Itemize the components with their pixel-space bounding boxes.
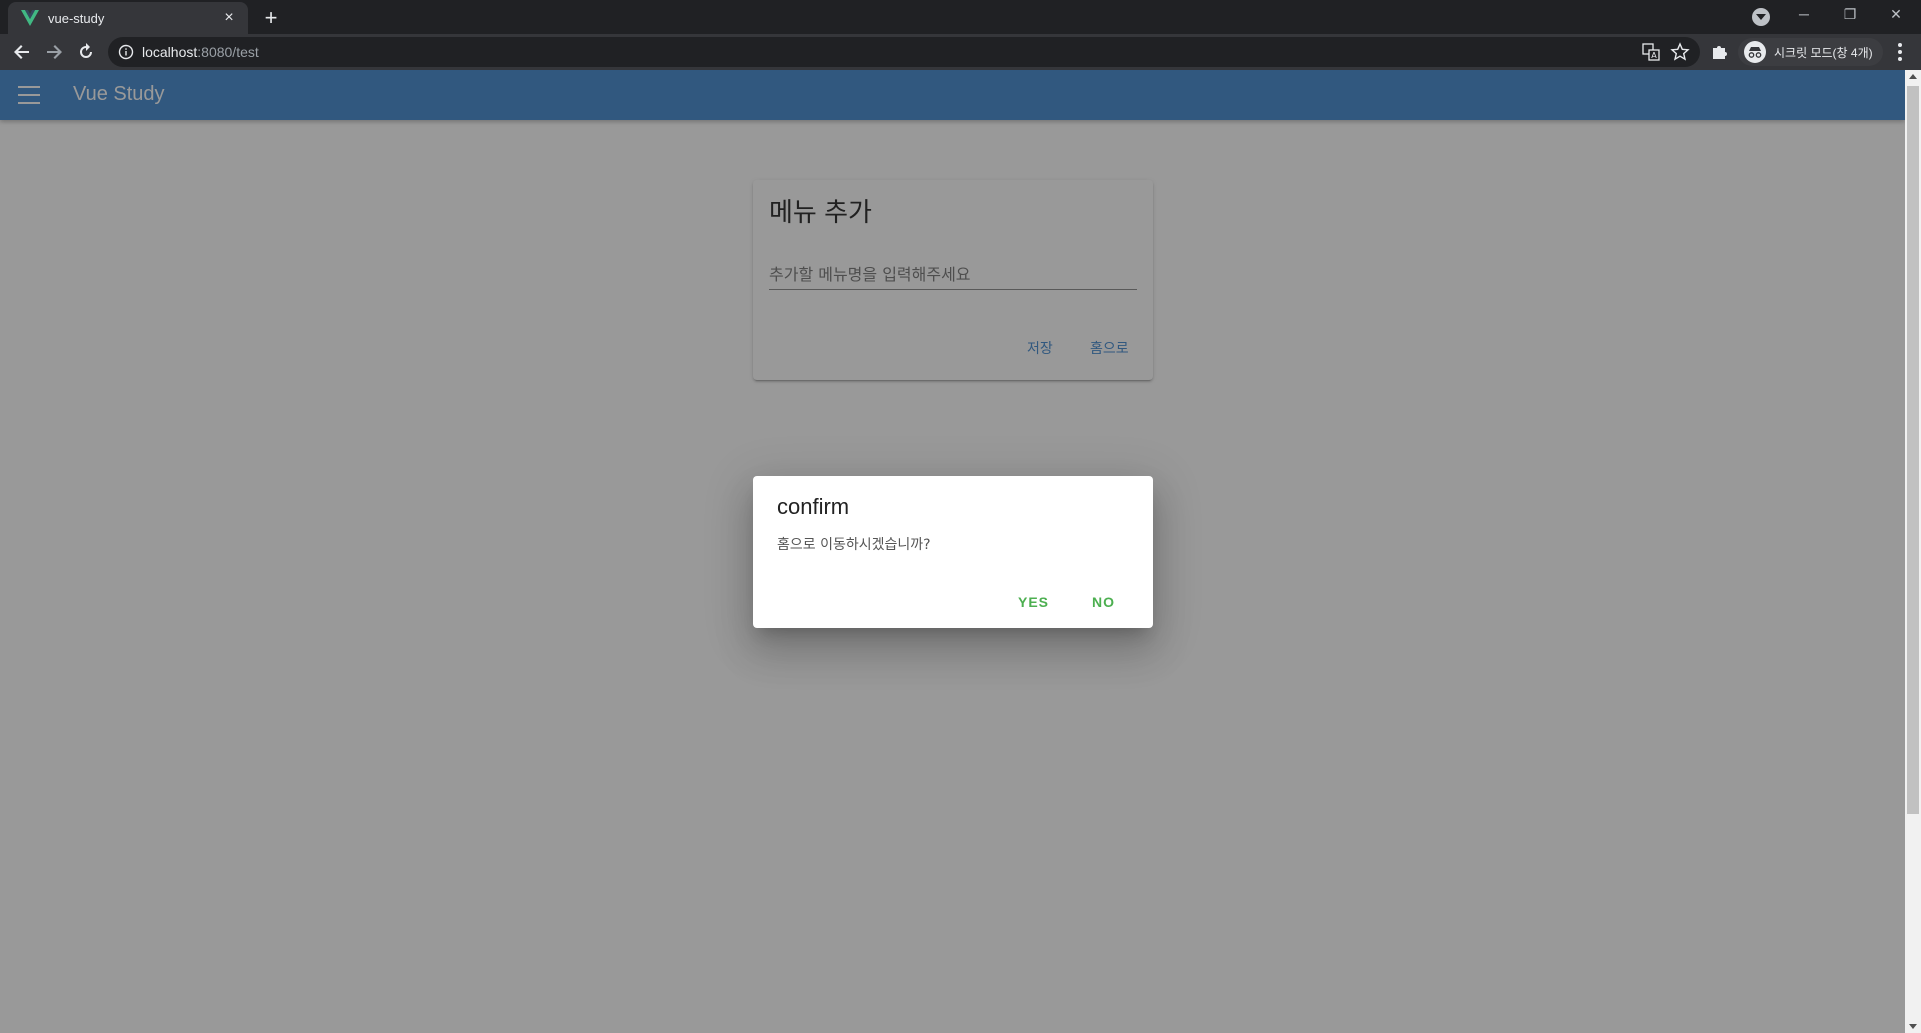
- scrollbar-thumb[interactable]: [1907, 86, 1919, 814]
- forward-button[interactable]: [40, 38, 68, 66]
- dialog-message: 홈으로 이동하시겠습니까?: [777, 537, 931, 553]
- confirm-dialog: confirm 홈으로 이동하시겠습니까? YES NO: [753, 476, 1153, 628]
- scroll-down-icon[interactable]: [1909, 1024, 1917, 1029]
- yes-button[interactable]: YES: [1018, 594, 1049, 610]
- puzzle-icon[interactable]: [1710, 42, 1730, 62]
- arrow-right-icon: [47, 45, 62, 59]
- url-host: localhost: [142, 44, 198, 60]
- tab-close-icon[interactable]: ×: [220, 9, 238, 27]
- translate-icon[interactable]: A: [1642, 43, 1660, 61]
- new-tab-button[interactable]: +: [258, 6, 284, 32]
- url-text[interactable]: localhost:8080/test: [142, 44, 259, 60]
- star-icon[interactable]: [1670, 42, 1690, 62]
- page-scrollbar[interactable]: [1905, 70, 1921, 1033]
- arrow-left-icon: [14, 45, 29, 59]
- browser-toolbar: localhost:8080/test A 시크릿 모드(창 4개): [0, 34, 1921, 70]
- url-path: :8080/test: [197, 44, 259, 60]
- window-restore-button[interactable]: ❐: [1827, 0, 1873, 30]
- more-vert-icon[interactable]: [1890, 42, 1910, 62]
- info-icon[interactable]: [118, 44, 134, 60]
- profile-button[interactable]: 시크릿 모드(창 4개): [1738, 38, 1883, 66]
- browser-tabstrip: vue-study × + ─ ❐ ✕: [0, 0, 1921, 34]
- dialog-title: confirm: [777, 494, 850, 519]
- tab-title: vue-study: [48, 10, 105, 26]
- window-minimize-button[interactable]: ─: [1781, 0, 1827, 30]
- no-button[interactable]: NO: [1092, 594, 1115, 610]
- back-button[interactable]: [8, 38, 36, 66]
- browser-tab[interactable]: vue-study ×: [8, 2, 248, 34]
- page-viewport: Vue Study 메뉴 추가 저장 홈으로 confirm 홈으로 이동하시겠…: [0, 70, 1905, 1033]
- scroll-up-icon[interactable]: [1909, 74, 1917, 79]
- window-close-button[interactable]: ✕: [1873, 0, 1919, 30]
- svg-text:A: A: [1651, 51, 1657, 60]
- reload-icon: [80, 43, 92, 58]
- profile-label: 시크릿 모드(창 4개): [1774, 45, 1873, 60]
- vue-logo-icon: [20, 8, 40, 28]
- reload-button[interactable]: [72, 38, 100, 66]
- incognito-icon: [1744, 41, 1766, 63]
- tab-search-icon[interactable]: [1752, 8, 1770, 26]
- address-bar[interactable]: localhost:8080/test A: [108, 37, 1700, 67]
